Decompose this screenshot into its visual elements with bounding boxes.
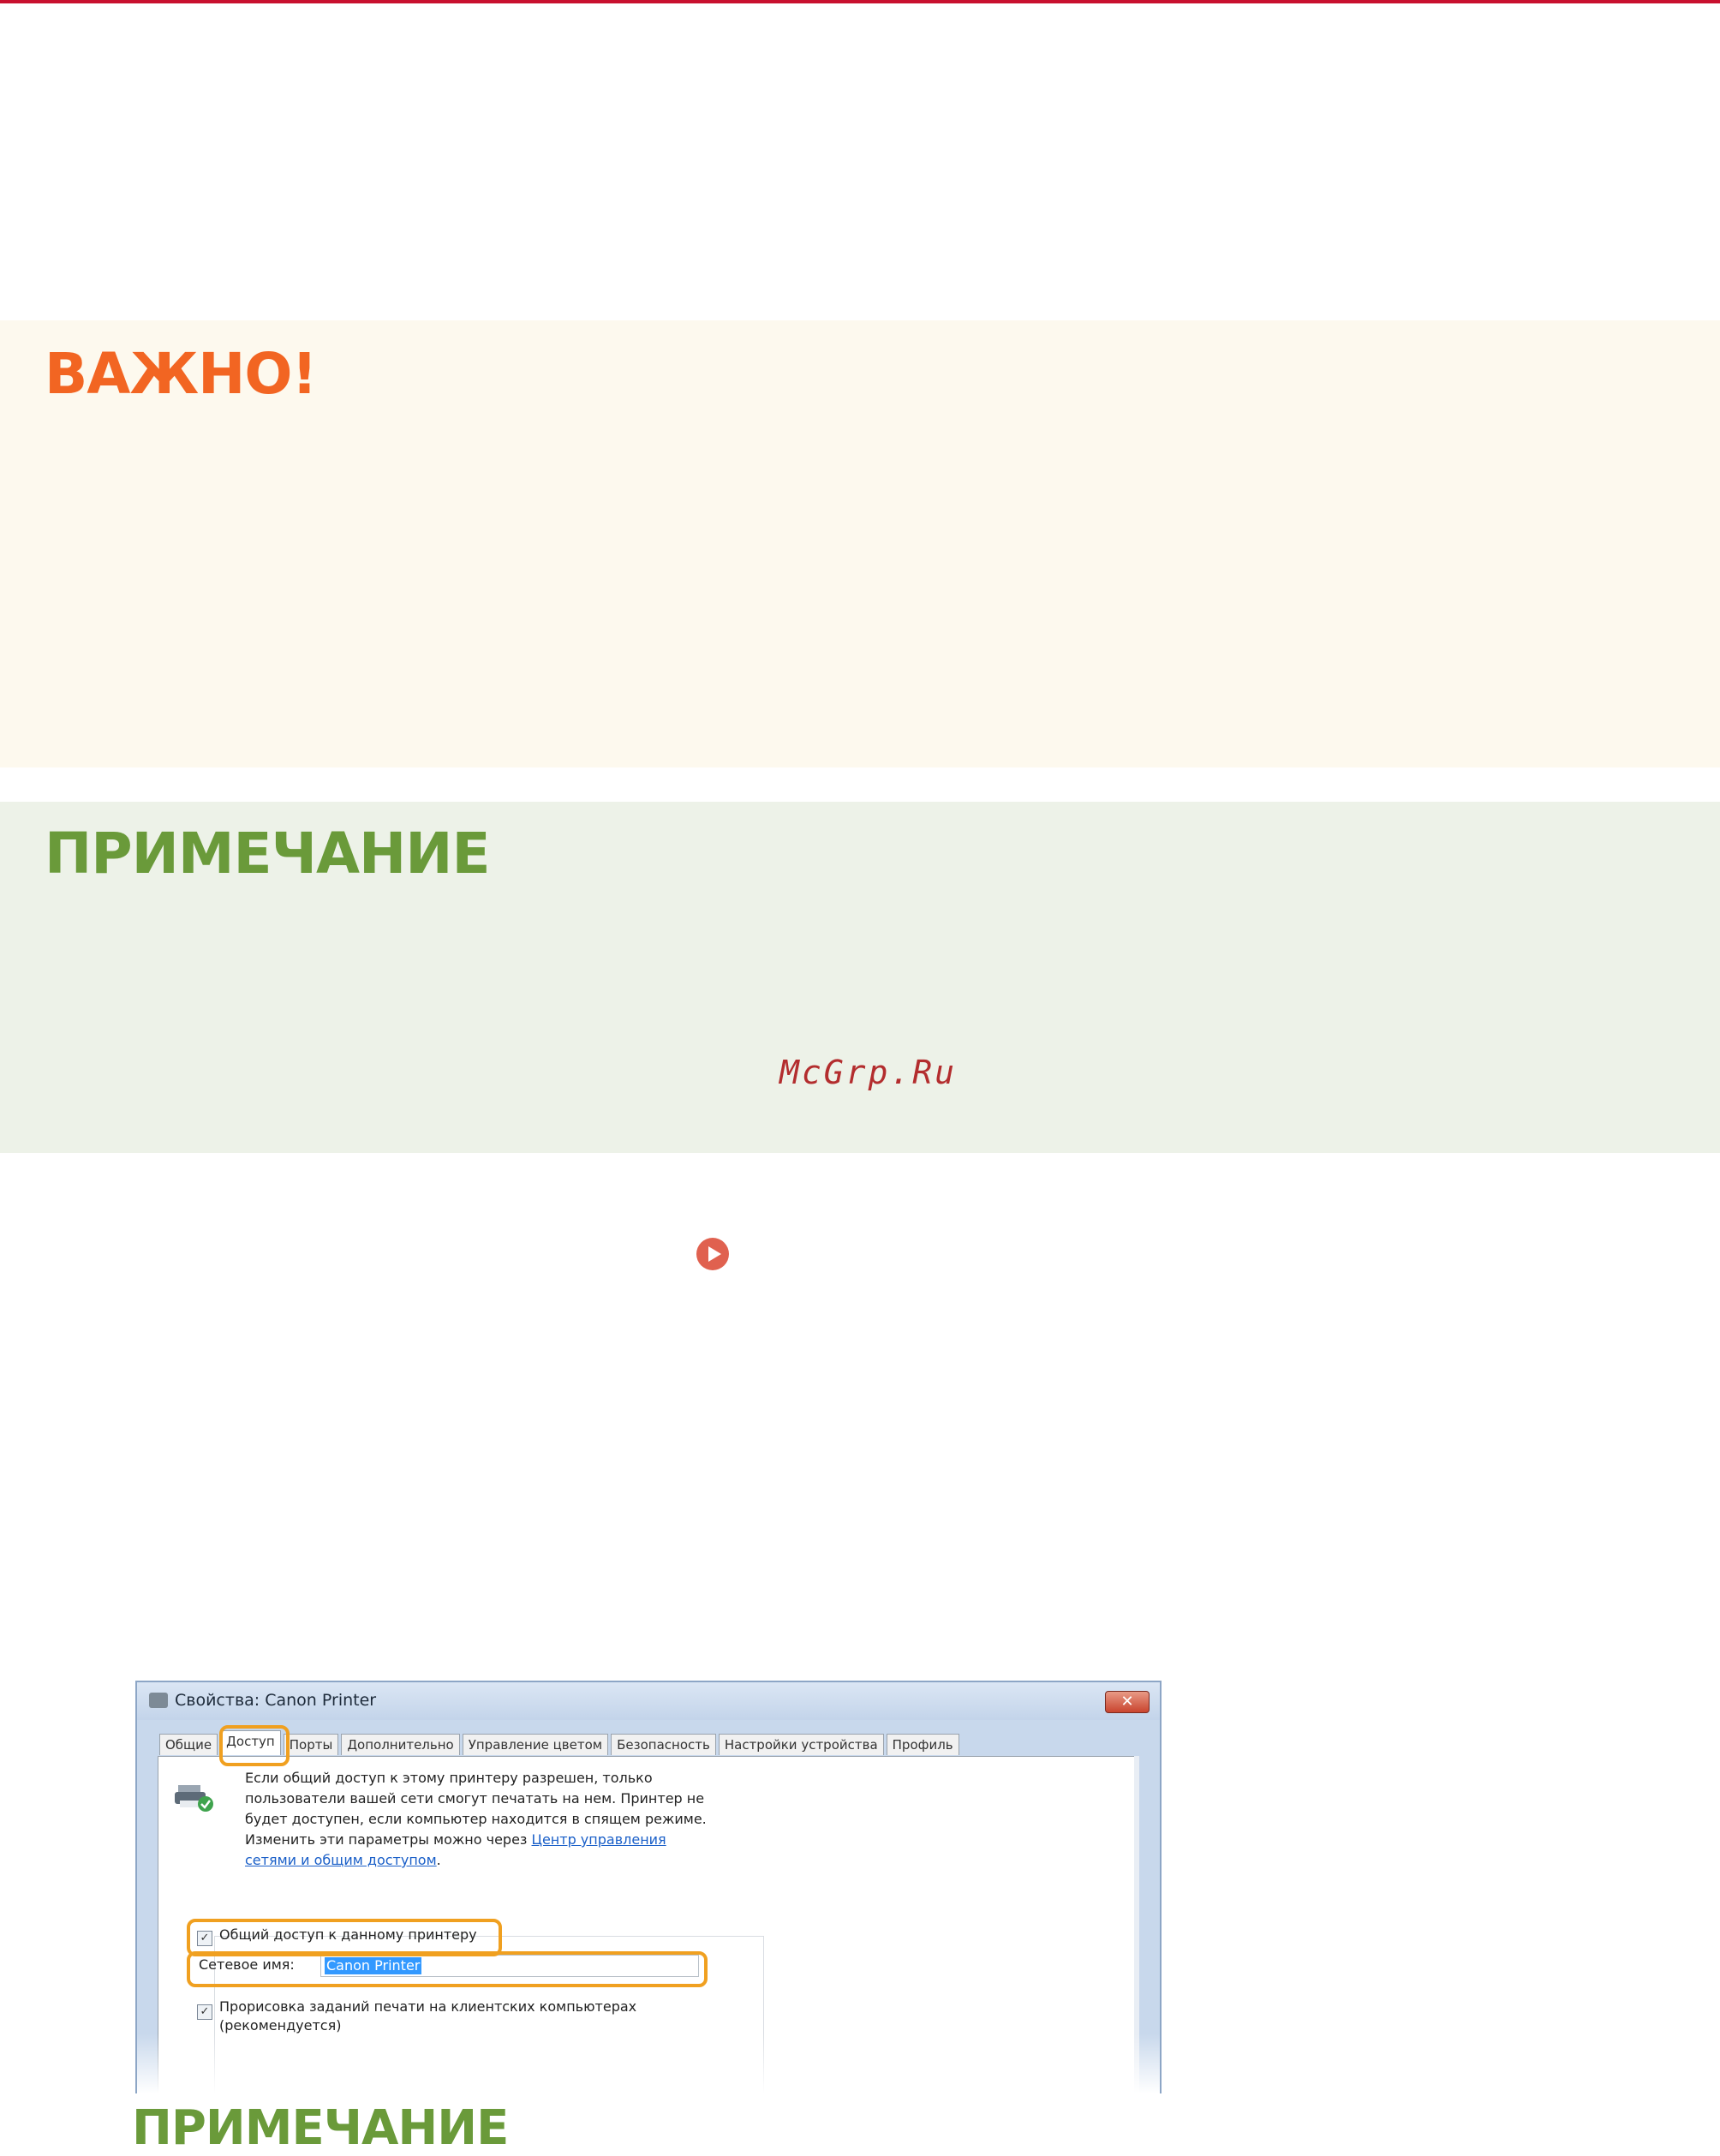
- highlight-share-name: [187, 1951, 708, 1987]
- play-icon[interactable]: [696, 1237, 730, 1271]
- tab-general[interactable]: Общие: [159, 1734, 218, 1755]
- render-jobs-checkbox[interactable]: ✓: [197, 2004, 212, 2020]
- description-line: пользователи вашей сети смогут печатать …: [245, 1790, 705, 1807]
- dialog-title: Свойства: Canon Printer: [175, 1691, 377, 1710]
- description-line: Изменить эти параметры можно через: [245, 1831, 528, 1848]
- note-box: ПРИМЕЧАНИЕ: [0, 802, 1720, 1153]
- tab-security[interactable]: Безопасность: [611, 1734, 716, 1755]
- tab-device-settings[interactable]: Настройки устройства: [718, 1734, 884, 1755]
- watermark: McGrp.Ru: [779, 1054, 958, 1091]
- printer-properties-dialog: Свойства: Canon Printer ✕ Общие Доступ П…: [135, 1681, 1162, 2093]
- screenshot-fade: [137, 2034, 1160, 2093]
- shared-printer-icon: [175, 1785, 213, 1812]
- bottom-note-heading: ПРИМЕЧАНИЕ: [132, 2100, 509, 2156]
- render-jobs-label-line: Прорисовка заданий печати на клиентских …: [219, 1998, 637, 2015]
- highlight-tab-sharing: [219, 1725, 290, 1766]
- render-jobs-label-line: (рекомендуется): [219, 2017, 342, 2034]
- tab-advanced[interactable]: Дополнительно: [341, 1734, 460, 1755]
- tab-profile[interactable]: Профиль: [886, 1734, 959, 1755]
- top-rule: [0, 0, 1720, 3]
- important-heading: ВАЖНО!: [45, 341, 318, 407]
- important-box: ВАЖНО!: [0, 320, 1720, 767]
- sharing-description: Если общий доступ к этому принтеру разре…: [245, 1768, 725, 1871]
- network-center-link-cont[interactable]: сетями и общим доступом: [245, 1852, 437, 1868]
- close-button[interactable]: ✕: [1105, 1691, 1150, 1713]
- printer-small-icon: [149, 1693, 168, 1708]
- description-line: Если общий доступ к этому принтеру разре…: [245, 1770, 653, 1786]
- tab-ports[interactable]: Порты: [283, 1734, 339, 1755]
- tab-color-management[interactable]: Управление цветом: [462, 1734, 609, 1755]
- note-heading: ПРИМЕЧАНИЕ: [45, 821, 491, 887]
- dialog-title-bar: Свойства: Canon Printer ✕: [137, 1682, 1160, 1720]
- description-line: будет доступен, если компьютер находится…: [245, 1811, 707, 1827]
- link-suffix: .: [436, 1852, 441, 1868]
- network-center-link[interactable]: Центр управления: [532, 1831, 666, 1848]
- render-jobs-label: Прорисовка заданий печати на клиентских …: [219, 1998, 699, 2035]
